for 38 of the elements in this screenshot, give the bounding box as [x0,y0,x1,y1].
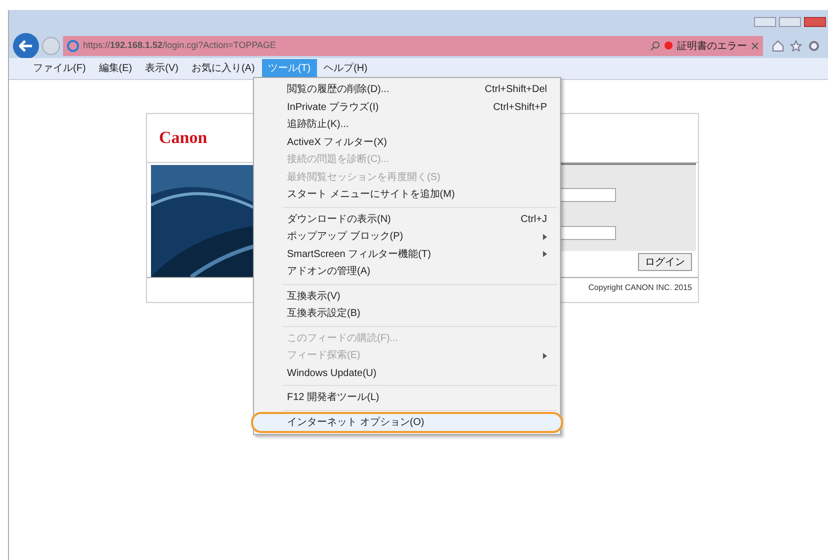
menu-bar-item[interactable]: 編集(E) [92,58,138,78]
menu-bar-item[interactable]: 表示(V) [139,58,184,78]
url-text: https://192.168.1.52/login.cgi?Action=TOPPAGE [83,39,278,52]
login-button[interactable]: ログイン [638,253,692,271]
minimize-button[interactable] [754,17,776,27]
menu-item[interactable]: 追跡防止(K)... [257,116,557,134]
menu-item[interactable]: 互換表示(V) [257,288,557,305]
menu-item[interactable]: F12 開発者ツール(L) [257,389,557,406]
certificate-error-text[interactable]: 証明書のエラー [677,38,747,54]
menu-item[interactable]: ポップアップ ブロック(P) [257,228,557,246]
back-button[interactable] [13,33,39,59]
menu-item[interactable]: インターネット オプション(O) [253,414,561,431]
menu-item[interactable]: 互換表示設定(B) [257,305,557,322]
submenu-arrow-icon [543,352,547,359]
menu-bar-item[interactable]: ファイル(F) [27,58,92,78]
menu-bar-item[interactable]: お気に入り(A) [185,58,261,78]
address-bar[interactable]: https://192.168.1.52/login.cgi?Action=TOPPAGE 証明書のエラー [63,36,763,56]
menu-item[interactable]: ActiveX フィルター(X) [257,134,557,151]
menu-item[interactable]: アドオンの管理(A) [257,263,557,280]
maximize-button[interactable] [779,17,801,27]
menu-item[interactable]: Windows Update(U) [257,364,557,382]
home-icon[interactable] [772,40,784,52]
close-button[interactable] [804,17,826,27]
logo: Canon [159,127,208,150]
search-icon [650,41,660,51]
menu-bar-item[interactable]: ヘルプ(H) [318,58,374,78]
star-icon[interactable] [790,40,802,52]
forward-button[interactable] [42,37,60,55]
copyright-text: Copyright CANON INC. 2015 [588,282,692,294]
menu-item[interactable]: InPrivate ブラウズ(I) Ctrl+Shift+P [257,98,557,116]
submenu-arrow-icon [543,234,547,240]
menu-item[interactable]: スタート メニューにサイトを追加(M) [257,186,557,204]
menu-item[interactable]: ダウンロードの表示(N) Ctrl+J [257,210,557,228]
submenu-arrow-icon [543,251,547,258]
back-arrow-icon [19,40,33,52]
menu-item[interactable]: SmartScreen フィルター機能(T) [257,246,557,263]
close-icon[interactable] [751,42,759,50]
menu-item[interactable]: 閲覧の履歴の削除(D)... Ctrl+Shift+Del [257,81,557,98]
